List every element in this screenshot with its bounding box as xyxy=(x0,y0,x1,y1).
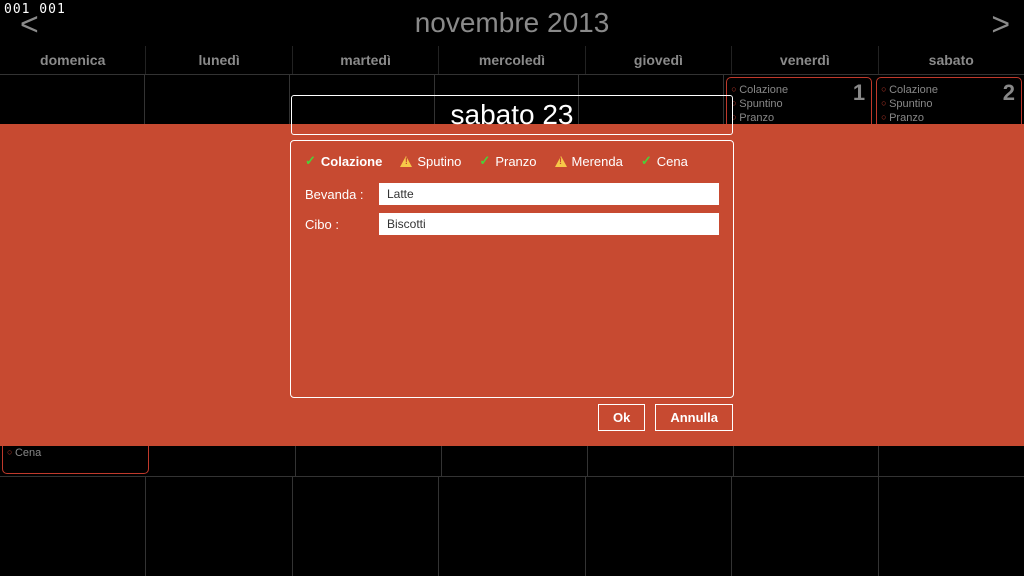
prev-month-button[interactable]: < xyxy=(20,6,39,43)
event-item: Spuntino xyxy=(881,97,1017,111)
day-headers: domenica lunedì martedì mercoledì gioved… xyxy=(0,46,1024,74)
bevanda-input[interactable] xyxy=(379,183,719,205)
modal-title: sabato 23 xyxy=(451,99,574,131)
cibo-row: Cibo : xyxy=(291,209,733,239)
next-month-button[interactable]: > xyxy=(991,6,1010,43)
cancel-button[interactable]: Annulla xyxy=(655,404,733,431)
warning-icon xyxy=(555,156,567,167)
day-events: Colazione Spuntino Pranzo xyxy=(881,83,1017,125)
event-item: Pranzo xyxy=(881,111,1017,125)
warning-icon xyxy=(400,156,412,167)
check-icon: ✓ xyxy=(479,153,490,169)
day-header-tue: martedì xyxy=(293,46,439,74)
bevanda-label: Bevanda : xyxy=(305,187,369,202)
tab-merenda[interactable]: Merenda xyxy=(555,154,623,169)
tab-sputino[interactable]: Sputino xyxy=(400,154,461,169)
event-item: Pranzo xyxy=(731,111,867,125)
day-cell[interactable] xyxy=(586,477,732,576)
bevanda-row: Bevanda : xyxy=(291,179,733,209)
tab-label: Cena xyxy=(657,154,688,169)
event-item: Cena xyxy=(7,446,144,460)
day-header-mon: lunedì xyxy=(146,46,292,74)
modal-buttons: Ok Annulla xyxy=(598,404,733,431)
day-cell[interactable] xyxy=(293,477,439,576)
event-item: Colazione xyxy=(881,83,1017,97)
tab-label: Colazione xyxy=(321,154,382,169)
week-row xyxy=(0,476,1024,576)
check-icon: ✓ xyxy=(641,153,652,169)
day-number: 2 xyxy=(1003,80,1015,106)
day-number: 1 xyxy=(853,80,865,106)
edit-day-modal: sabato 23 ✓ Colazione Sputino ✓ Pranzo M… xyxy=(290,140,734,398)
day-cell[interactable] xyxy=(0,477,146,576)
modal-title-box: sabato 23 xyxy=(291,95,733,135)
day-header-thu: giovedì xyxy=(586,46,732,74)
tab-cena[interactable]: ✓ Cena xyxy=(641,153,688,169)
tab-colazione[interactable]: ✓ Colazione xyxy=(305,153,382,169)
day-events: Colazione Spuntino Pranzo xyxy=(731,83,867,125)
ok-button[interactable]: Ok xyxy=(598,404,645,431)
day-cell[interactable] xyxy=(146,477,292,576)
meal-tabs: ✓ Colazione Sputino ✓ Pranzo Merenda ✓ C… xyxy=(291,141,733,179)
day-header-sat: sabato xyxy=(879,46,1024,74)
cibo-input[interactable] xyxy=(379,213,719,235)
day-cell[interactable] xyxy=(732,477,878,576)
tab-label: Merenda xyxy=(572,154,623,169)
day-header-wed: mercoledì xyxy=(439,46,585,74)
check-icon: ✓ xyxy=(305,153,316,169)
tab-pranzo[interactable]: ✓ Pranzo xyxy=(479,153,536,169)
tab-label: Pranzo xyxy=(495,154,536,169)
calendar-header: < novembre 2013 > xyxy=(0,0,1024,46)
day-cell[interactable] xyxy=(439,477,585,576)
event-item: Spuntino xyxy=(731,97,867,111)
day-header-fri: venerdì xyxy=(732,46,878,74)
month-title: novembre 2013 xyxy=(415,7,610,39)
day-header-sun: domenica xyxy=(0,46,146,74)
day-cell[interactable] xyxy=(879,477,1024,576)
event-item: Colazione xyxy=(731,83,867,97)
tab-label: Sputino xyxy=(417,154,461,169)
cibo-label: Cibo : xyxy=(305,217,369,232)
